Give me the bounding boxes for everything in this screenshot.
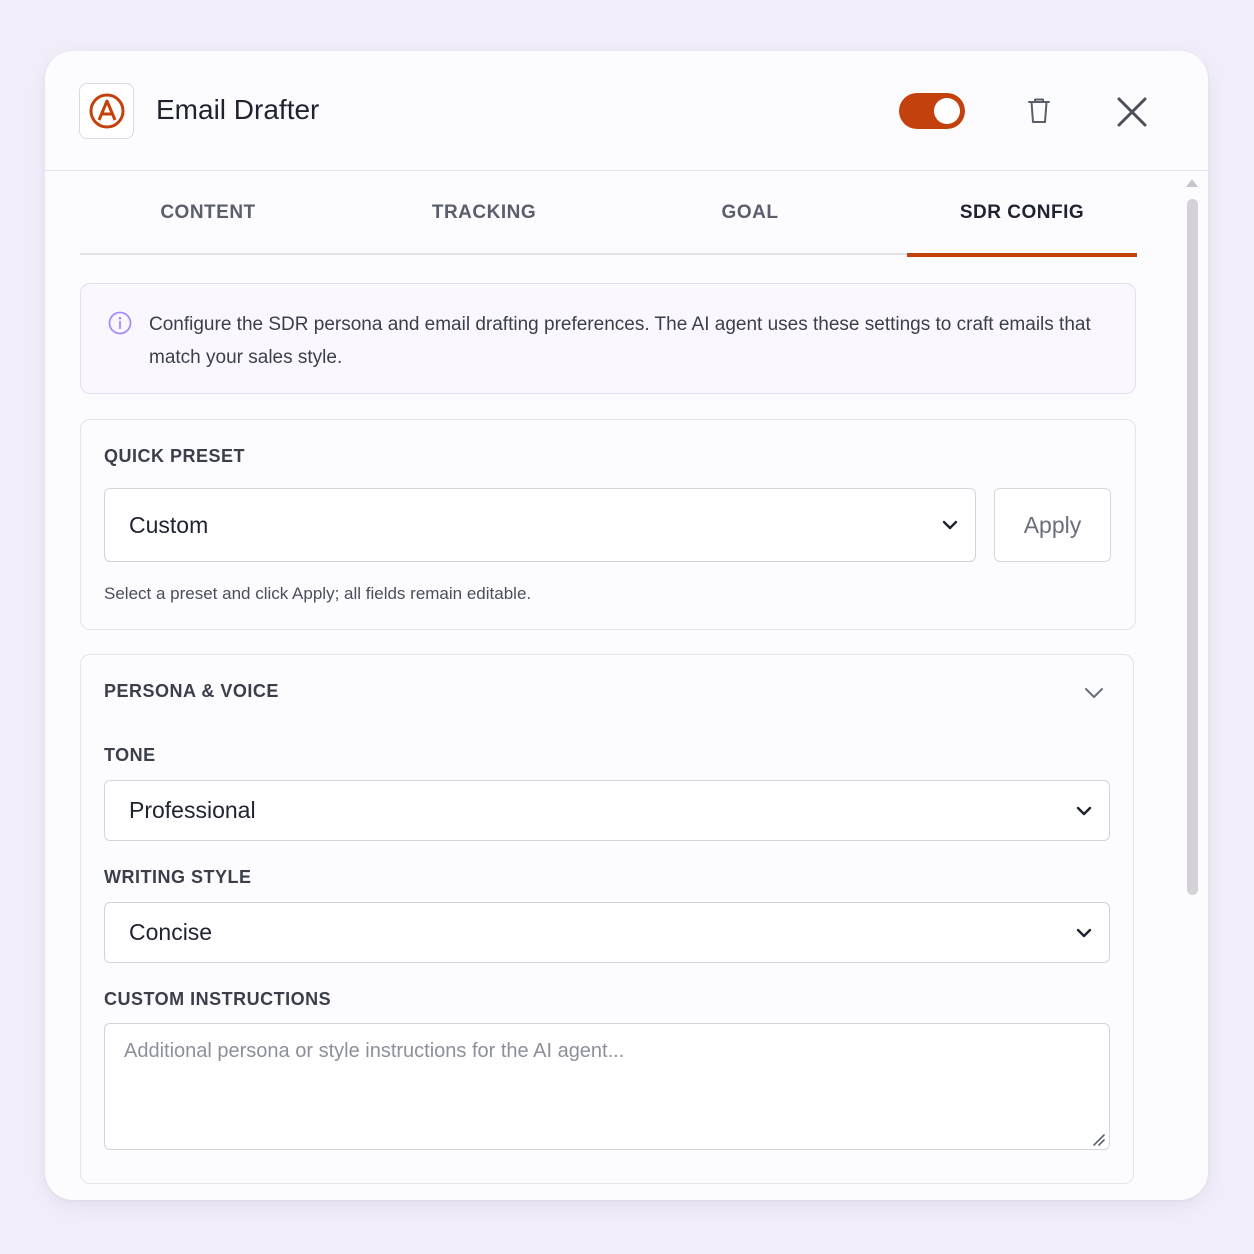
- chevron-down-icon: [942, 520, 958, 530]
- tab-goal[interactable]: GOAL: [660, 171, 840, 255]
- email-drafter-modal: Email Drafter CONTENT TRACKING GOAL SDR …: [45, 51, 1208, 1200]
- preset-helper-text: Select a preset and click Apply; all fie…: [104, 584, 532, 603]
- preset-select[interactable]: Custom: [104, 488, 976, 562]
- app-logo: [79, 83, 134, 139]
- persona-section-title: PERSONA & VOICE: [104, 681, 279, 701]
- tone-label: TONE: [104, 745, 156, 765]
- info-banner: Configure the SDR persona and email draf…: [80, 283, 1136, 394]
- resize-handle-icon[interactable]: [1091, 1132, 1105, 1146]
- modal-header: Email Drafter: [45, 51, 1208, 171]
- toggle-knob: [934, 98, 960, 124]
- tab-sdr-config[interactable]: SDR CONFIG: [907, 171, 1137, 257]
- quick-preset-card: QUICK PRESET Custom Apply Select a prese…: [80, 419, 1136, 630]
- enable-toggle[interactable]: [899, 93, 965, 129]
- tab-content[interactable]: CONTENT: [80, 171, 336, 255]
- scroll-up-arrow[interactable]: [1186, 179, 1198, 187]
- custom-instructions-label: CUSTOM INSTRUCTIONS: [104, 989, 332, 1009]
- chevron-down-icon: [1076, 928, 1092, 937]
- writing-style-value: Concise: [129, 919, 213, 945]
- apply-button[interactable]: Apply: [994, 488, 1111, 562]
- instructions-placeholder: Additional persona or style instructions…: [124, 1040, 625, 1062]
- writing-style-label: WRITING STYLE: [104, 867, 252, 887]
- preset-value: Custom: [129, 511, 209, 538]
- trash-icon: [1028, 98, 1050, 123]
- tone-value: Professional: [129, 797, 256, 823]
- scrollbar-thumb[interactable]: [1187, 199, 1198, 895]
- tone-select[interactable]: Professional: [104, 780, 1110, 841]
- custom-instructions-textarea[interactable]: Additional persona or style instructions…: [104, 1023, 1110, 1150]
- logo-icon: [89, 93, 124, 129]
- quick-preset-label: QUICK PRESET: [104, 446, 246, 466]
- delete-button[interactable]: [1023, 95, 1055, 127]
- tab-tracking[interactable]: TRACKING: [368, 171, 600, 255]
- modal-title: Email Drafter: [156, 94, 320, 125]
- close-button[interactable]: [1113, 93, 1151, 131]
- persona-voice-card: PERSONA & VOICE TONE Professional WRITIN…: [80, 654, 1134, 1184]
- tab-bar: CONTENT TRACKING GOAL SDR CONFIG: [80, 171, 1137, 257]
- info-icon: [108, 311, 132, 335]
- chevron-down-icon: [1076, 806, 1092, 815]
- writing-style-select[interactable]: Concise: [104, 902, 1110, 963]
- collapse-chevron-icon[interactable]: [1082, 681, 1106, 705]
- close-icon: [1117, 97, 1147, 127]
- info-text: Configure the SDR persona and email draf…: [149, 314, 1091, 368]
